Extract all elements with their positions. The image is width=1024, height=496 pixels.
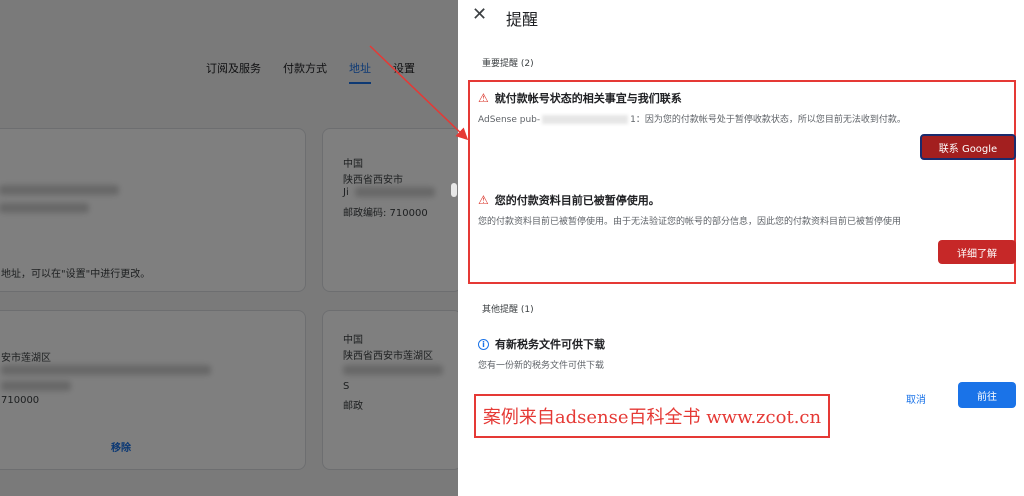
alert-description: 您有一份新的税务文件可供下载	[478, 361, 605, 371]
alert-description: 您的付款资料目前已被暂停使用。由于无法验证您的帐号的部分信息，因此您的付款资料目…	[478, 217, 902, 227]
watermark-text: 案例来自adsense百科全书 www.zcot.cn	[482, 407, 822, 428]
modal-overlay[interactable]	[0, 0, 458, 496]
alert-desc-suffix: 1：因为您的付款帐号处于暂停收款状态，所以您目前无法收到付款。	[630, 115, 906, 125]
cancel-button[interactable]: 取消	[906, 391, 926, 406]
alert-title: 您的付款资料目前已被暂停使用。	[494, 194, 660, 207]
watermark-banner: 案例来自adsense百科全书 www.zcot.cn	[474, 394, 830, 438]
contact-google-button[interactable]: 联系 Google	[920, 134, 1016, 160]
warning-icon: ⚠	[478, 91, 489, 105]
go-button[interactable]: 前往	[958, 382, 1016, 408]
alert-description: AdSense pub- 1：因为您的付款帐号处于暂停收款状态，所以您目前无法收到…	[478, 112, 906, 125]
alert-payment-account: ⚠ 就付款帐号状态的相关事宜与我们联系	[478, 90, 682, 106]
info-icon: i	[478, 338, 489, 350]
drag-handle[interactable]	[451, 183, 457, 197]
other-section-title: 其他提醒 (1)	[482, 305, 534, 315]
alert-title: 有新税务文件可供下载	[495, 338, 605, 351]
dialog-title: 提醒	[506, 10, 539, 29]
close-icon[interactable]: ✕	[472, 4, 487, 25]
learn-more-button[interactable]: 详细了解	[938, 240, 1016, 264]
background-page: 订阅及服务 付款方式 地址 设置 地址，可以在"设置"中进行更改。 中国 陕西省…	[0, 0, 458, 496]
alert-tax-document: i 有新税务文件可供下载	[478, 336, 605, 352]
important-section-title: 重要提醒 (2)	[482, 59, 534, 69]
alert-title: 就付款帐号状态的相关事宜与我们联系	[494, 92, 682, 105]
alert-payment-profile: ⚠ 您的付款资料目前已被暂停使用。	[478, 192, 660, 208]
important-alerts-highlight	[468, 80, 1016, 284]
alert-desc-prefix: AdSense pub-	[478, 115, 541, 125]
warning-icon: ⚠	[478, 193, 489, 207]
redacted-publisher-id	[542, 115, 629, 124]
